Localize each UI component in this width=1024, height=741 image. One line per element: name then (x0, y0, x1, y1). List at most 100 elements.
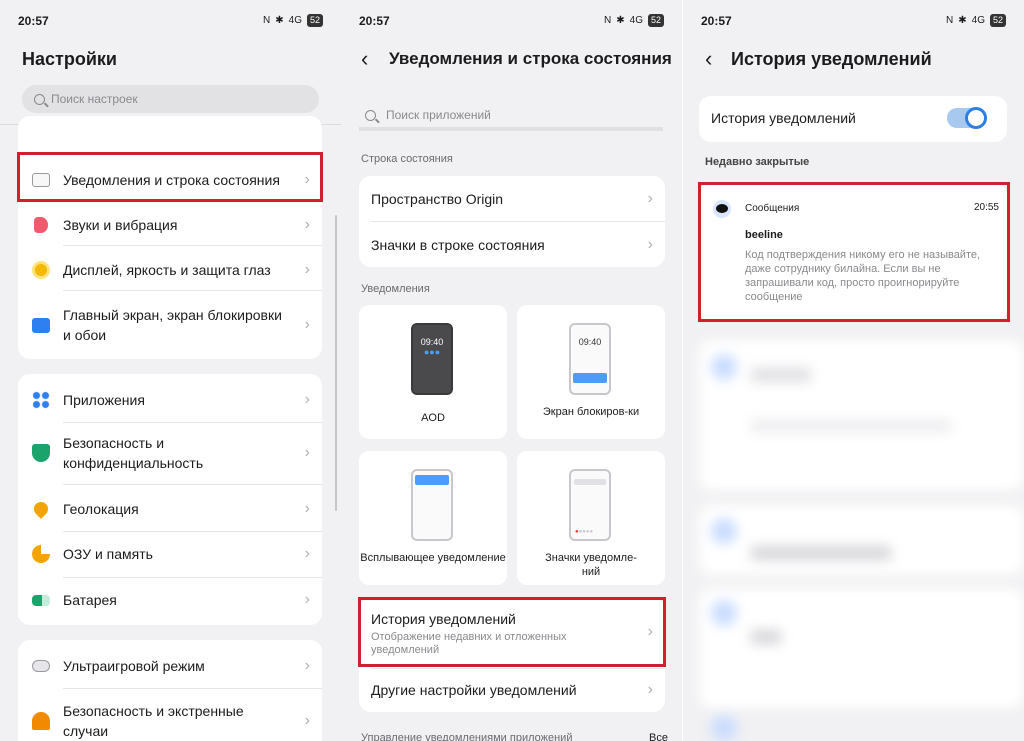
pie-chart-icon (32, 545, 50, 563)
section-header: Недавно закрытые (705, 156, 810, 168)
status-time: 20:57 (18, 14, 49, 28)
chevron-right-icon: › (304, 500, 310, 517)
settings-item-label: Приложения (63, 392, 145, 408)
tile-label: Экран блокиров-ки (542, 406, 640, 418)
battery-icon: 52 (306, 14, 323, 27)
chevron-right-icon: › (304, 316, 310, 333)
settings-item-label: Значки в строке состояния (371, 237, 545, 253)
history-toggle[interactable] (947, 107, 987, 129)
settings-item-emergency[interactable]: Безопасность и экстренные случаи › (18, 695, 322, 741)
page-title: Настройки (22, 49, 117, 69)
settings-item-label: Батарея (63, 592, 117, 608)
chevron-right-icon: › (304, 591, 310, 608)
settings-item-security[interactable]: Безопасность и конфиденциальность › (18, 427, 322, 479)
chevron-right-icon: › (647, 190, 653, 207)
toggle-knob (965, 107, 987, 129)
status-time: 20:57 (701, 14, 732, 28)
settings-item-label: Пространство Origin (371, 191, 504, 207)
highlight-box (698, 182, 1010, 322)
settings-card-2: Приложения › Безопасность и конфиденциал… (18, 374, 322, 625)
tile-label: Всплывающее уведомление (360, 552, 506, 564)
chevron-right-icon: › (304, 261, 310, 278)
notification-preview (415, 475, 449, 485)
settings-item-label: Безопасность и конфиденциальность (63, 435, 204, 471)
section-header: Строка состояния (361, 153, 453, 165)
settings-panel: 20:57 N ✱ 4G 52 Настройки Поиск настроек… (0, 0, 341, 741)
settings-item-label: Звуки и вибрация (63, 217, 178, 233)
tile-aod[interactable]: 09:40 ●●● AOD (359, 305, 507, 439)
bluetooth-icon: ✱ (616, 15, 625, 26)
settings-item-sound[interactable]: Звуки и вибрация › (18, 205, 322, 245)
tile-label: Значки уведомле-ний (545, 552, 637, 578)
settings-item-status-icons[interactable]: Значки в строке состояния › (359, 224, 665, 266)
settings-item-label: Безопасность и экстренные случаи (63, 703, 244, 739)
clock-label: 09:40 (578, 337, 602, 347)
location-pin-icon (31, 499, 51, 519)
status-bar: 20:57 N ✱ 4G 52 (18, 14, 323, 30)
tile-label: AOD (421, 412, 445, 424)
settings-item-display[interactable]: Дисплей, яркость и защита глаз › (18, 250, 322, 290)
signal-icon: 4G (629, 15, 643, 26)
back-arrow-icon[interactable]: ‹ (361, 46, 368, 72)
toggle-label: История уведомлений (711, 110, 856, 126)
settings-item-origin-space[interactable]: Пространство Origin › (359, 178, 665, 220)
signal-icon: 4G (971, 15, 985, 26)
settings-card-3: Ультраигровой режим › Безопасность и экс… (18, 640, 322, 741)
search-input[interactable]: Поиск настроек (22, 85, 319, 113)
siren-icon (32, 712, 50, 730)
dots-icon: ●●●●● (575, 529, 594, 535)
section-header: Управление уведомлениями приложений (361, 732, 573, 741)
speaker-icon (34, 217, 48, 233)
blurred-notifications (691, 340, 1024, 741)
status-icons: N ✱ 4G 52 (604, 14, 664, 27)
settings-item-label: Дисплей, яркость и защита глаз (63, 262, 271, 278)
back-arrow-icon[interactable]: ‹ (705, 46, 712, 72)
chevron-right-icon: › (304, 391, 310, 408)
tile-notification-icons[interactable]: ●●●●● Значки уведомле-ний (517, 451, 665, 585)
tile-lock-screen[interactable]: 09:40 Экран блокиров-ки (517, 305, 665, 439)
chevron-right-icon: › (304, 545, 310, 562)
status-bar: 20:57 N ✱ 4G 52 (701, 14, 1006, 30)
settings-item-gaming[interactable]: Ультраигровой режим › (18, 646, 322, 686)
settings-item-label: ОЗУ и память (63, 546, 153, 562)
tile-popup[interactable]: Всплывающее уведомление (359, 451, 507, 585)
chevron-right-icon: › (304, 444, 310, 461)
bluetooth-icon: ✱ (275, 15, 284, 26)
settings-item-location[interactable]: Геолокация › (18, 489, 322, 529)
phone-preview: 09:40 (569, 323, 611, 395)
settings-item-apps[interactable]: Приложения › (18, 380, 322, 420)
notification-preview (573, 373, 607, 383)
bluetooth-icon: ✱ (958, 15, 967, 26)
section-header: Уведомления (361, 283, 430, 295)
apps-icon (32, 391, 50, 409)
settings-item-other[interactable]: Другие настройки уведомлений › (359, 670, 665, 710)
phone-preview (411, 469, 453, 541)
wallpaper-icon (32, 317, 50, 333)
settings-item-label: Главный экран, экран блокировки и обои (63, 307, 282, 343)
status-icons: N ✱ 4G 52 (946, 14, 1006, 27)
search-icon (34, 93, 45, 105)
chevron-right-icon: › (304, 216, 310, 233)
search-placeholder: Поиск настроек (51, 92, 138, 106)
settings-item-memory[interactable]: ОЗУ и память › (18, 534, 322, 574)
settings-item-battery[interactable]: Батарея › (18, 580, 322, 620)
scrollbar[interactable] (335, 215, 337, 511)
phone-preview: 09:40 ●●● (411, 323, 453, 395)
settings-item-label: Другие настройки уведомлений (371, 682, 577, 698)
page-title: История уведомлений (731, 49, 932, 69)
gamepad-icon (32, 660, 50, 672)
chevron-right-icon: › (304, 712, 310, 729)
history-toggle-card: История уведомлений (699, 96, 1007, 142)
settings-item-home-screen[interactable]: Главный экран, экран блокировки и обои › (18, 296, 322, 354)
search-icon (365, 109, 376, 121)
sort-dropdown[interactable]: Все (649, 732, 668, 741)
chevron-right-icon: › (647, 681, 653, 698)
search-placeholder: Поиск приложений (386, 108, 491, 122)
search-input[interactable]: Поиск приложений (359, 103, 663, 131)
dots-icon: ●●● (423, 347, 441, 357)
history-panel: 20:57 N ✱ 4G 52 ‹ История уведомлений Ис… (683, 0, 1024, 741)
signal-icon: 4G (288, 15, 302, 26)
page-title: Уведомления и строка состояния (389, 49, 672, 68)
status-bar: 20:57 N ✱ 4G 52 (359, 14, 664, 30)
clock-label: 09:40 (420, 337, 444, 347)
